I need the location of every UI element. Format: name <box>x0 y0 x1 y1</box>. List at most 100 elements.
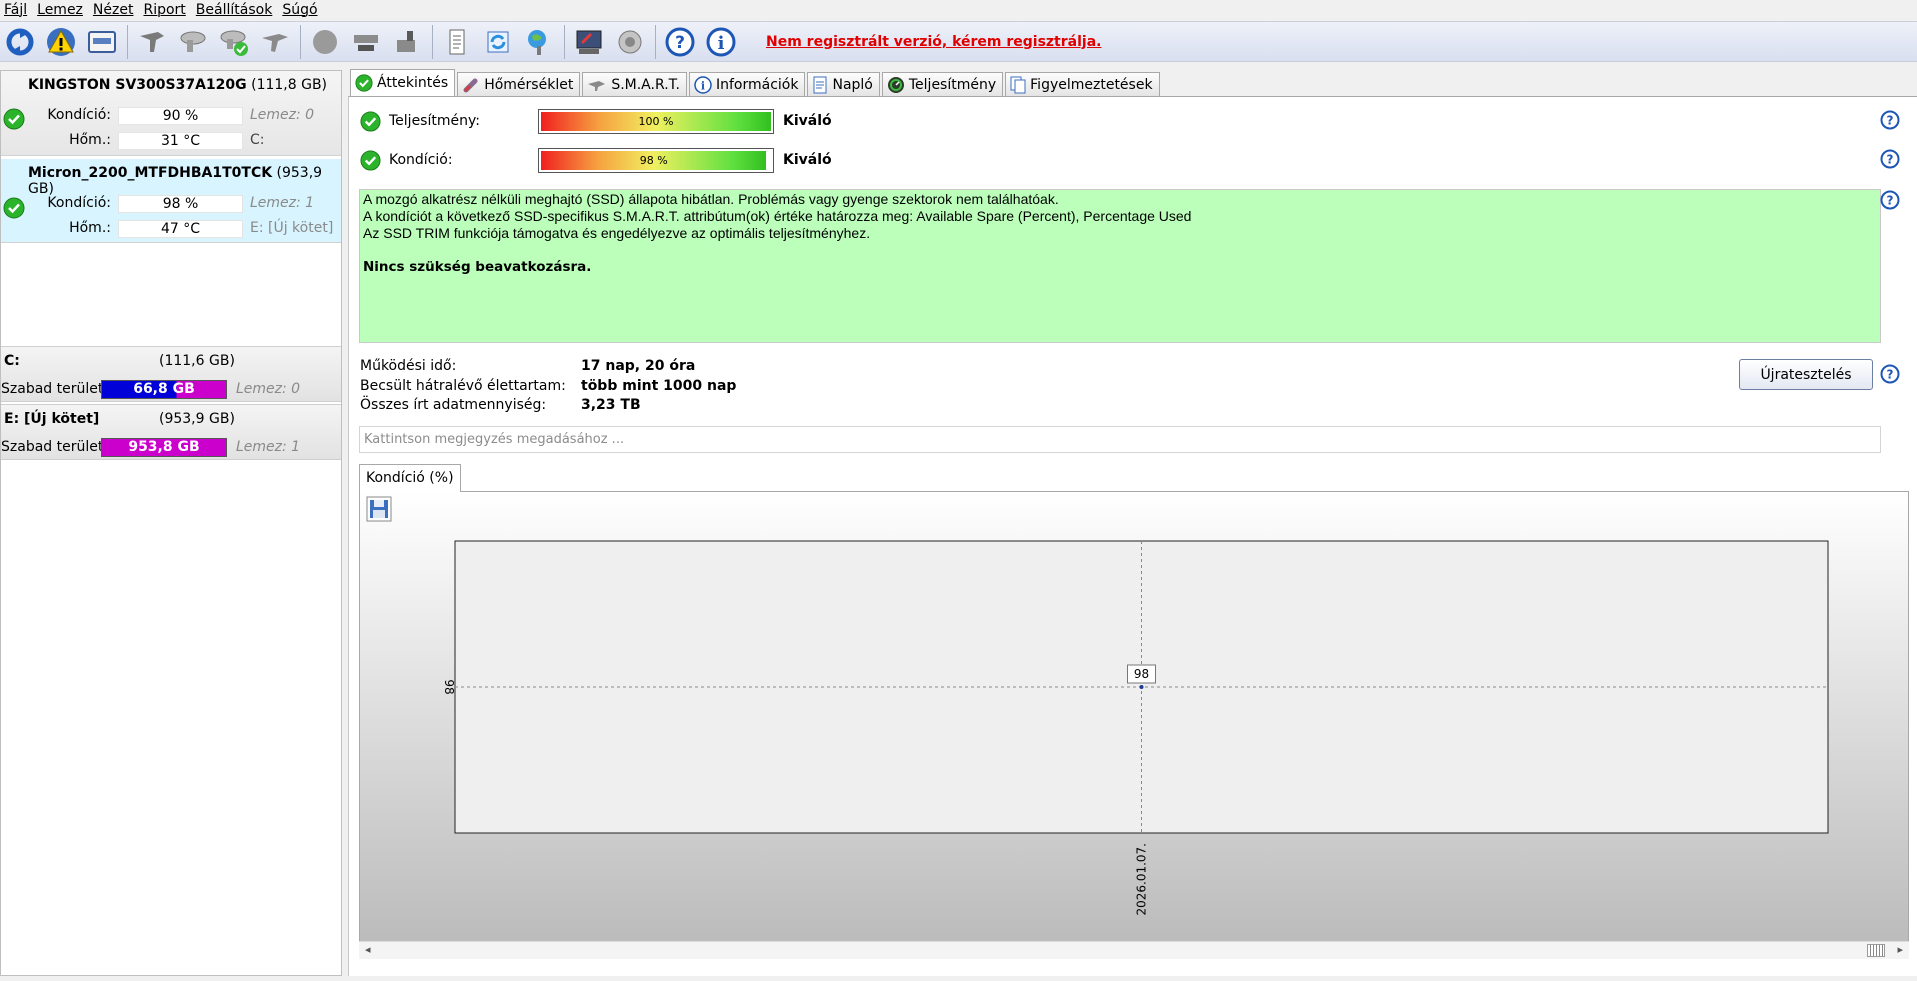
condition-label: Kondíció: <box>47 195 111 211</box>
temp-label: Hőm.: <box>69 220 111 236</box>
disk-item-selected[interactable]: Micron_2200_MTFDHBA1T0TCK (953,9 GB) Kon… <box>1 159 341 243</box>
speaker-icon[interactable] <box>612 24 648 60</box>
drive-icon[interactable] <box>348 24 384 60</box>
toolbar-separator <box>127 24 128 59</box>
refresh-icon[interactable] <box>2 24 38 60</box>
svg-text:?: ? <box>1887 194 1894 208</box>
tab-log[interactable]: Napló <box>807 72 880 96</box>
registration-notice[interactable]: Nem regisztrált verzió, kérem regisztrál… <box>766 34 1101 50</box>
volume-item[interactable]: C: (111,6 GB) Szabad terület 66,8 GB Lem… <box>1 346 341 402</box>
condition-label: Kondíció: <box>389 152 453 168</box>
free-space-value: 66,8 GB <box>133 381 195 397</box>
disk-title: KINGSTON SV300S37A120G (111,8 GB) <box>28 77 327 93</box>
help-icon[interactable]: ? <box>662 24 698 60</box>
disk-index: Lemez: 1 <box>250 195 315 211</box>
condition-value: 90 % <box>118 107 243 125</box>
scroll-left-arrow-icon[interactable]: ◂ <box>365 943 371 956</box>
volume-item[interactable]: E: [Új kötet] (953,9 GB) Szabad terület … <box>1 404 341 460</box>
remaining-life-value: több mint 1000 nap <box>581 378 737 394</box>
summary-action: Nincs szükség beavatkozásra. <box>363 259 592 275</box>
help-icon[interactable]: ? <box>1880 149 1900 169</box>
menu-settings[interactable]: Beállítások <box>191 2 278 18</box>
summary-line: Az SSD TRIM funkciója támogatva és enged… <box>363 225 871 241</box>
retest-button[interactable]: Újratesztelés <box>1739 359 1873 390</box>
free-space-label: Szabad terület <box>1 381 104 397</box>
check-icon <box>355 74 373 92</box>
thermometer-icon <box>463 78 478 92</box>
tab-temperature[interactable]: Hőmérséklet <box>457 72 581 96</box>
disk-title: Micron_2200_MTFDHBA1T0TCK (953,9 GB) <box>28 165 341 197</box>
volume-disk-index: Lemez: 1 <box>236 439 301 455</box>
sync-icon[interactable] <box>480 24 516 60</box>
disk-icon[interactable] <box>84 24 120 60</box>
toolbar-separator <box>564 24 565 59</box>
disk-ok-icon[interactable] <box>216 24 252 60</box>
menu-bar: Fájl Lemez Nézet Riport Beállítások Súgó <box>0 0 1917 19</box>
volume-name: C: <box>4 353 20 369</box>
condition-row: Kondíció: 98 % Kiváló ? <box>349 147 1909 173</box>
report-icon[interactable] <box>439 24 475 60</box>
disk-arrow-icon[interactable] <box>257 24 293 60</box>
menu-report[interactable]: Riport <box>138 2 190 18</box>
help-icon[interactable]: ? <box>1880 364 1900 384</box>
temp-value: 47 °C <box>118 220 243 238</box>
performance-label: Teljesítmény: <box>389 113 480 129</box>
condition-label: Kondíció: <box>47 107 111 123</box>
menu-disk[interactable]: Lemez <box>32 2 88 18</box>
help-icon[interactable]: ? <box>1880 190 1900 210</box>
uptime-label: Működési idő: <box>360 358 457 374</box>
tab-smart[interactable]: S.M.A.R.T. <box>582 72 687 96</box>
svg-text:?: ? <box>1887 153 1894 167</box>
volume-disk-index: Lemez: 0 <box>236 381 301 397</box>
volume-size: (111,6 GB) <box>159 353 235 369</box>
condition-value: 98 % <box>118 195 243 213</box>
temp-label: Hőm.: <box>69 132 111 148</box>
written-data-label: Összes írt adatmennyiség: <box>360 397 547 413</box>
menu-help[interactable]: Súgó <box>277 2 322 18</box>
network-icon[interactable] <box>521 24 557 60</box>
disk-name: KINGSTON SV300S37A120G <box>28 77 247 93</box>
tab-condition-chart[interactable]: Kondíció (%) <box>359 464 461 492</box>
status-ok-icon <box>360 111 381 132</box>
summary-line: A mozgó alkatrész nélküli meghajtó (SSD)… <box>363 191 1059 207</box>
performance-row: Teljesítmény: 100 % Kiváló ? <box>349 108 1909 134</box>
volume-size: (953,9 GB) <box>159 411 235 427</box>
free-space-bar: 953,8 GB <box>101 438 227 457</box>
disk-item[interactable]: KINGSTON SV300S37A120G (111,8 GB) Kondíc… <box>1 71 341 156</box>
temp-value: 31 °C <box>118 132 243 150</box>
tab-label: Teljesítmény <box>908 76 997 93</box>
disk-temp-row: Hőm.: 47 °C E: [Új kötet] <box>1 220 341 240</box>
disk-index: Lemez: 0 <box>250 107 315 123</box>
tab-label: S.M.A.R.T. <box>611 76 680 93</box>
note-input[interactable] <box>359 426 1881 453</box>
info-icon[interactable]: i <box>703 24 739 60</box>
uptime-value: 17 nap, 20 óra <box>581 358 696 374</box>
condition-bar-fill: 98 % <box>541 151 767 170</box>
svg-text:?: ? <box>675 33 685 53</box>
free-space-bar: 66,8 GB <box>101 380 227 399</box>
tab-alerts[interactable]: Figyelmeztetések <box>1005 72 1160 96</box>
menu-file[interactable]: Fájl <box>0 2 32 18</box>
disk-check-icon[interactable] <box>175 24 211 60</box>
warning-icon[interactable] <box>43 24 79 60</box>
tab-overview[interactable]: Áttekintés <box>350 69 456 96</box>
tab-information[interactable]: i Információk <box>688 72 806 96</box>
svg-text:?: ? <box>1887 114 1894 128</box>
globe-icon[interactable] <box>307 24 343 60</box>
tab-performance[interactable]: Teljesítmény <box>881 72 1004 96</box>
disk-list-panel: KINGSTON SV300S37A120G (111,8 GB) Kondíc… <box>0 70 342 976</box>
horizontal-scrollbar[interactable]: ◂ ▸ <box>359 941 1909 959</box>
tab-label: Információk <box>715 76 799 93</box>
help-icon[interactable]: ? <box>1880 110 1900 130</box>
menu-view[interactable]: Nézet <box>88 2 139 18</box>
monitor-icon[interactable] <box>571 24 607 60</box>
chart-plot: 98 98 2026.01.07. <box>442 540 1829 916</box>
toolbar: ? i Nem regisztrált verzió, kérem regisz… <box>0 21 1917 62</box>
scroll-right-arrow-icon[interactable]: ▸ <box>1897 943 1903 956</box>
log-icon <box>813 76 827 93</box>
performance-bar: 100 % <box>538 109 774 134</box>
disk-size: (111,8 GB) <box>251 77 328 93</box>
scroll-thumb[interactable] <box>1867 944 1885 957</box>
tools-icon[interactable] <box>389 24 425 60</box>
disk-gray-icon[interactable] <box>134 24 170 60</box>
